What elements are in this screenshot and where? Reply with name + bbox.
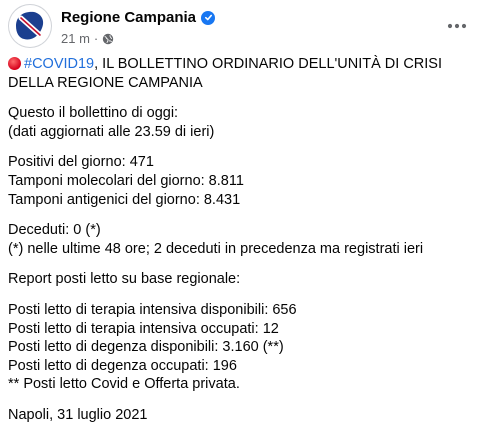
- globe-icon[interactable]: [102, 33, 114, 45]
- meta-separator: ·: [93, 31, 99, 46]
- bed-line: Posti letto di terapia intensiva occupat…: [8, 320, 279, 337]
- report-title-block: Report posti letto su base regionale:: [8, 270, 473, 289]
- regione-campania-logo: [16, 11, 44, 40]
- bed-line: Posti letto di degenza disponibili: 3.16…: [8, 339, 284, 356]
- post-body: #COVID19, IL BOLLETTINO ORDINARIO DELL'U…: [8, 55, 473, 437]
- bed-line: Posti letto di degenza occupati: 196: [8, 357, 237, 374]
- page-avatar[interactable]: [8, 4, 52, 48]
- covid19-hashtag-link[interactable]: #COVID19: [24, 56, 94, 72]
- stat-line: Tamponi molecolari del giorno: 8.811: [8, 172, 244, 189]
- intro-line: (dati aggiornati alle 23.59 di ieri): [8, 123, 215, 140]
- verified-badge-icon: [201, 10, 216, 25]
- post-time[interactable]: 21 m: [61, 31, 90, 46]
- post-header: Regione Campania 21 m ·: [8, 4, 473, 48]
- report-title: Report posti letto su base regionale:: [8, 271, 241, 288]
- signature-block: Napoli, 31 luglio 2021: [8, 406, 473, 425]
- page-name[interactable]: Regione Campania: [61, 9, 196, 26]
- intro-block: Questo il bollettino di oggi: (dati aggi…: [8, 104, 473, 141]
- stat-line: Positivi del giorno: 471: [8, 154, 154, 171]
- beds-block: Posti letto di terapia intensiva disponi…: [8, 301, 473, 394]
- red-circle-icon: [8, 57, 21, 70]
- stat-note: (*) nelle ultime 48 ore; 2 deceduti in p…: [8, 240, 424, 257]
- bed-line: Posti letto di terapia intensiva disponi…: [8, 301, 297, 318]
- stat-line: Tamponi antigenici del giorno: 8.431: [8, 191, 241, 208]
- tests-block: Positivi del giorno: 471 Tamponi molecol…: [8, 153, 473, 209]
- post-headline: #COVID19, IL BOLLETTINO ORDINARIO DELL'U…: [8, 55, 473, 92]
- facebook-post: Regione Campania 21 m · #COVID19, IL BOL…: [0, 0, 481, 423]
- more-options-icon[interactable]: [445, 14, 469, 38]
- deaths-block: Deceduti: 0 (*) (*) nelle ultime 48 ore;…: [8, 221, 473, 258]
- intro-line: Questo il bollettino di oggi:: [8, 105, 179, 122]
- signature: Napoli, 31 luglio 2021: [8, 406, 148, 423]
- stat-line: Deceduti: 0 (*): [8, 222, 101, 239]
- bed-note: ** Posti letto Covid e Offerta privata.: [8, 376, 240, 393]
